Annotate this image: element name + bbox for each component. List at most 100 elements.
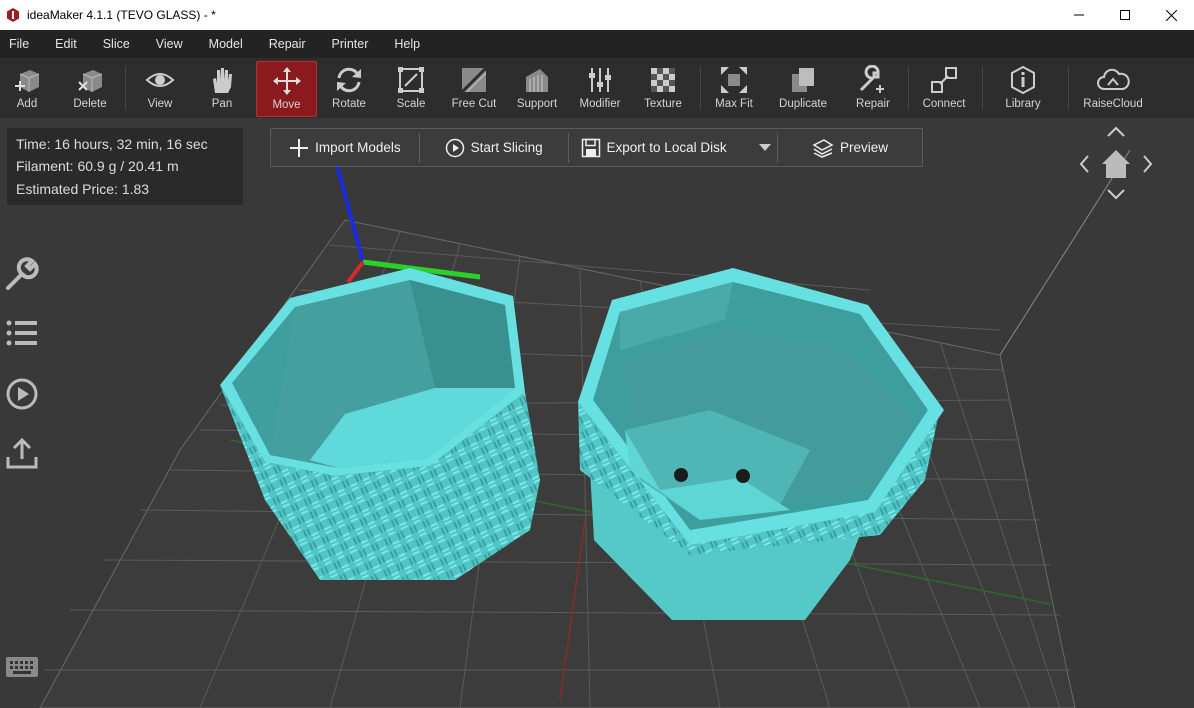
- duplicate-label: Duplicate: [779, 98, 827, 110]
- library-button[interactable]: Library: [1000, 61, 1046, 115]
- print-time: Time: 16 hours, 32 min, 16 sec: [16, 136, 208, 152]
- eye-icon: [145, 73, 175, 87]
- support-icon: [526, 69, 548, 92]
- connect-button[interactable]: Connect: [920, 61, 968, 115]
- toolbar-separator: [125, 66, 126, 110]
- home-view-icon[interactable]: [1102, 150, 1130, 178]
- duplicate-icon: [792, 68, 814, 92]
- max-fit-icon: [721, 67, 747, 93]
- menu-edit[interactable]: Edit: [46, 37, 89, 51]
- action-bar: Import Models Start Slicing Export to Lo…: [270, 128, 923, 167]
- wrench-icon[interactable]: [5, 257, 39, 291]
- menu-bar: File Edit Slice View Model Repair Printe…: [0, 30, 1194, 58]
- save-disk-icon: [581, 138, 600, 157]
- estimated-price: Estimated Price: 1.83: [16, 181, 150, 197]
- pan-label: Pan: [211, 98, 233, 110]
- maximize-icon: [1120, 10, 1130, 20]
- scale-label: Scale: [396, 98, 426, 110]
- title-bar: ideaMaker 4.1.1 (TEVO GLASS) - *: [0, 0, 1194, 30]
- menu-help[interactable]: Help: [385, 37, 432, 51]
- view-navigation-control[interactable]: [1072, 122, 1160, 208]
- library-label: Library: [1005, 98, 1041, 110]
- start-slicing-label: Start Slicing: [470, 140, 543, 155]
- max-fit-button[interactable]: Max Fit: [712, 61, 756, 115]
- menu-printer[interactable]: Printer: [323, 37, 381, 51]
- modifier-button[interactable]: Modifier: [577, 61, 623, 115]
- support-label: Support: [516, 98, 558, 110]
- rotate-up-icon[interactable]: [1107, 126, 1125, 137]
- free-cut-icon: [460, 66, 488, 94]
- menu-view[interactable]: View: [147, 37, 195, 51]
- menu-file[interactable]: File: [0, 37, 41, 51]
- start-slicing-button[interactable]: Start Slicing: [420, 129, 568, 166]
- export-dropdown-button[interactable]: [759, 129, 777, 166]
- hand-icon: [213, 68, 232, 93]
- menu-model[interactable]: Model: [200, 37, 255, 51]
- free-cut-button[interactable]: Free Cut: [450, 61, 498, 115]
- pan-button[interactable]: Pan: [200, 61, 244, 115]
- close-icon: [1165, 9, 1177, 21]
- close-button[interactable]: [1148, 0, 1194, 30]
- modifier-label: Modifier: [579, 98, 621, 110]
- maximize-button[interactable]: [1102, 0, 1148, 30]
- rotate-down-icon[interactable]: [1107, 189, 1125, 200]
- import-models-button[interactable]: Import Models: [271, 129, 419, 166]
- connect-icon: [931, 67, 957, 93]
- library-icon: [1011, 65, 1035, 95]
- modifier-icon: [589, 68, 611, 92]
- texture-icon: [651, 68, 675, 92]
- scale-button[interactable]: Scale: [389, 61, 433, 115]
- export-button[interactable]: Export to Local Disk: [569, 129, 760, 166]
- menu-repair[interactable]: Repair: [260, 37, 318, 51]
- rotate-button[interactable]: Rotate: [327, 61, 371, 115]
- delete-button[interactable]: Delete: [68, 61, 112, 115]
- play-icon[interactable]: [5, 377, 39, 411]
- build-plate-scene[interactable]: [0, 118, 1194, 708]
- duplicate-button[interactable]: Duplicate: [778, 61, 828, 115]
- add-icon: [15, 70, 40, 92]
- add-label: Add: [16, 98, 38, 110]
- view-button[interactable]: View: [138, 61, 182, 115]
- rotate-icon: [337, 67, 361, 93]
- scale-icon: [398, 67, 424, 93]
- minimize-icon: [1074, 14, 1084, 16]
- move-button[interactable]: Move: [256, 61, 317, 117]
- play-circle-icon: [445, 138, 464, 157]
- toolbar-separator: [1068, 66, 1069, 110]
- upload-icon[interactable]: [5, 437, 39, 471]
- list-icon[interactable]: [5, 318, 39, 348]
- max-fit-label: Max Fit: [715, 98, 753, 110]
- window-title: ideaMaker 4.1.1 (TEVO GLASS) - *: [27, 8, 216, 22]
- repair-label: Repair: [856, 98, 890, 110]
- export-label: Export to Local Disk: [606, 140, 727, 155]
- move-icon: [272, 67, 301, 95]
- toolbar: Add Delete View Pan Move Rotate Scale Fr…: [0, 58, 1194, 119]
- support-button[interactable]: Support: [514, 61, 560, 115]
- rotate-label: Rotate: [332, 98, 366, 110]
- repair-button[interactable]: Repair: [851, 61, 895, 115]
- toolbar-separator: [700, 66, 701, 110]
- repair-icon: [859, 65, 884, 93]
- texture-label: Texture: [644, 98, 682, 110]
- plus-icon: [290, 138, 309, 157]
- texture-button[interactable]: Texture: [640, 61, 686, 115]
- 3d-viewport[interactable]: [0, 118, 1194, 708]
- add-button[interactable]: Add: [5, 61, 49, 115]
- free-cut-label: Free Cut: [451, 98, 497, 110]
- print-info-panel: Time: 16 hours, 32 min, 16 sec Filament:…: [7, 128, 243, 205]
- minimize-button[interactable]: [1056, 0, 1102, 30]
- rotate-left-icon[interactable]: [1079, 155, 1089, 173]
- delete-label: Delete: [73, 98, 107, 110]
- chevron-down-icon: [759, 143, 772, 151]
- rotate-right-icon[interactable]: [1143, 155, 1153, 173]
- raisecloud-label: RaiseCloud: [1083, 98, 1143, 110]
- raisecloud-button[interactable]: RaiseCloud: [1083, 61, 1143, 115]
- toolbar-separator: [982, 66, 983, 110]
- preview-button[interactable]: Preview: [778, 129, 922, 166]
- connect-label: Connect: [922, 98, 966, 110]
- delete-icon: [78, 70, 103, 92]
- import-models-label: Import Models: [315, 140, 401, 155]
- keyboard-icon[interactable]: [5, 654, 39, 680]
- filament-usage: Filament: 60.9 g / 20.41 m: [16, 158, 179, 174]
- menu-slice[interactable]: Slice: [94, 37, 142, 51]
